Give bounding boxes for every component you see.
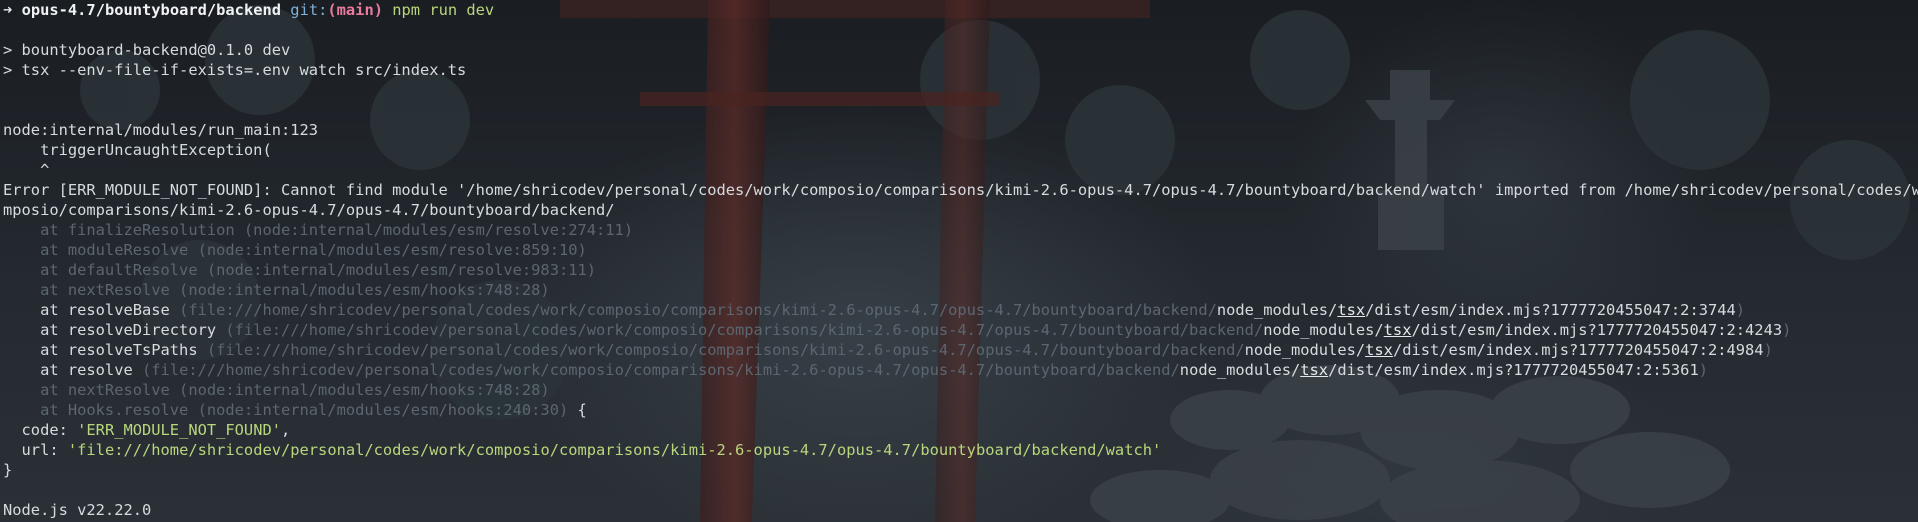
stack-frame-tsx: at resolveDirectory (file:///home/shrico…	[3, 320, 1918, 340]
stack-pkg: tsx	[1300, 361, 1329, 379]
stack-frame-text: at Hooks.resolve (node:internal/modules/…	[3, 401, 569, 419]
code-value: 'ERR_MODULE_NOT_FOUND'	[77, 421, 281, 439]
stack-path: (file:///home/shricodev/personal/codes/w…	[142, 361, 1180, 379]
git-branch: (main)	[327, 1, 383, 19]
stack-file: /dist/esm/index.mjs?1777720455047:2:4984	[1392, 341, 1764, 359]
npm-script-line: > bountyboard-backend@0.1.0 dev	[3, 41, 291, 59]
prompt-path: opus-4.7/bountyboard/backend	[21, 1, 282, 19]
stack-pkg: tsx	[1383, 321, 1412, 339]
error-message-continued: mposio/comparisons/kimi-2.6-opus-4.7/opu…	[3, 201, 615, 219]
shell-prompt-line: ➜ opus-4.7/bountyboard/backend git:(main…	[3, 0, 1918, 20]
stack-node-modules: node_modules/	[1244, 341, 1366, 359]
stack-close: )	[1782, 321, 1792, 339]
stack-close: )	[1735, 301, 1746, 319]
stack-frame-last: at Hooks.resolve (node:internal/modules/…	[3, 400, 1918, 420]
stack-frame-tsx: at resolveBase (file:///home/shricodev/p…	[3, 300, 1918, 320]
error-url-line: url: 'file:///home/shricodev/personal/co…	[3, 440, 1918, 460]
code-key: code:	[3, 421, 78, 439]
stack-frame-tsx: at resolve (file:///home/shricodev/perso…	[3, 360, 1918, 380]
stack-frame: at nextResolve (node:internal/modules/es…	[3, 281, 550, 299]
stack-frame: at defaultResolve (node:internal/modules…	[3, 261, 597, 279]
terminal-output[interactable]: ➜ opus-4.7/bountyboard/backend git:(main…	[3, 0, 1918, 522]
node-version: Node.js v22.22.0	[3, 501, 152, 519]
caret-line: ^	[3, 161, 50, 179]
stack-file: /dist/esm/index.mjs?1777720455047:2:4243	[1411, 321, 1783, 339]
npm-script-line: > tsx --env-file-if-exists=.env watch sr…	[3, 61, 467, 79]
stack-frame: at finalizeResolution (node:internal/mod…	[3, 221, 634, 239]
node-internal-header: node:internal/modules/run_main:123	[3, 121, 319, 139]
stack-frame: at moduleResolve (node:internal/modules/…	[3, 241, 587, 259]
git-label: git:	[290, 1, 328, 19]
stack-node-modules: node_modules/	[1179, 361, 1301, 379]
prompt-command: npm run dev	[392, 1, 495, 19]
stack-path: (file:///home/shricodev/personal/codes/w…	[206, 341, 1245, 359]
stack-frame: at nextResolve (node:internal/modules/es…	[3, 381, 550, 399]
stack-fn: at resolveTsPaths	[3, 341, 207, 359]
stack-pkg: tsx	[1337, 301, 1366, 319]
trigger-line: triggerUncaughtException(	[3, 141, 272, 159]
url-value: 'file:///home/shricodev/personal/codes/w…	[67, 441, 1162, 459]
stack-node-modules: node_modules/	[1263, 321, 1384, 339]
error-code-line: code: 'ERR_MODULE_NOT_FOUND',	[3, 420, 1918, 440]
stack-fn: at resolveDirectory	[3, 321, 226, 339]
stack-file: /dist/esm/index.mjs?1777720455047:2:3744	[1365, 301, 1736, 319]
stack-node-modules: node_modules/	[1216, 301, 1338, 319]
stack-file: /dist/esm/index.mjs?1777720455047:2:5361	[1328, 361, 1699, 379]
stack-fn: at resolveBase	[3, 301, 180, 319]
stack-frame-tsx: at resolveTsPaths (file:///home/shricode…	[3, 340, 1918, 360]
prompt-arrow-icon: ➜	[3, 1, 13, 19]
stack-pkg: tsx	[1365, 341, 1393, 359]
brace-close-line: }	[3, 461, 13, 479]
stack-fn: at resolve	[3, 361, 142, 379]
brace-open: {	[568, 401, 587, 419]
stack-close: )	[1763, 341, 1773, 359]
code-comma: ,	[281, 421, 291, 439]
stack-path: (file:///home/shricodev/personal/codes/w…	[225, 321, 1264, 339]
error-message: Error [ERR_MODULE_NOT_FOUND]: Cannot fin…	[3, 181, 1918, 199]
stack-close: )	[1698, 361, 1708, 379]
stack-path: (file:///home/shricodev/personal/codes/w…	[179, 301, 1217, 319]
url-key: url:	[3, 441, 68, 459]
